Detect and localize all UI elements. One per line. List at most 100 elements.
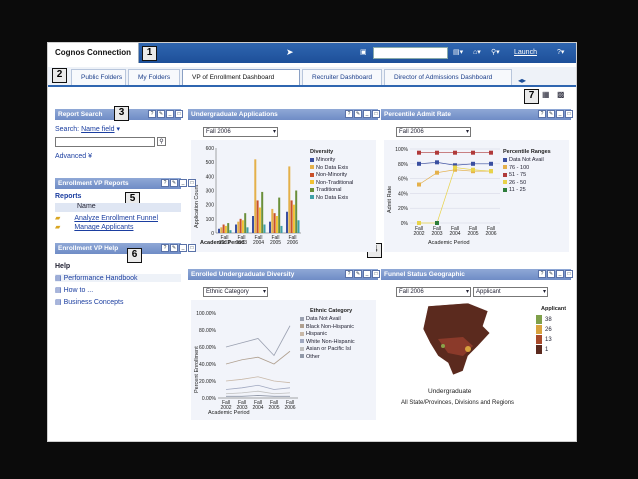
enrollment-reports-panel: Reports Name ▰ Analyze Enrollment Funnel… xyxy=(55,193,181,238)
search-go-icon[interactable]: ⚲ xyxy=(156,137,166,146)
maximize-icon[interactable]: □ xyxy=(188,244,196,252)
legend-swatch xyxy=(503,187,507,192)
percentile-legend-item: 11 - 25 xyxy=(503,187,544,195)
help-icon[interactable]: ? xyxy=(161,244,169,252)
book-icon: ▤ xyxy=(55,275,62,282)
reports-column-header[interactable]: Name xyxy=(55,203,181,212)
callout-6: 6 xyxy=(127,248,142,263)
cursor-icon: ➤ xyxy=(286,47,294,57)
book-icon: ▤ xyxy=(55,299,62,306)
report-manage-applicants[interactable]: Manage Applicants xyxy=(74,224,133,231)
funnel-stage-select[interactable]: Applicant xyxy=(473,287,548,297)
tab-recruiter[interactable]: Recruiter Dashboard xyxy=(302,69,382,85)
diversity-legend-item: White Non-Hispanic xyxy=(300,339,355,347)
tab-director-admissions[interactable]: Director of Admissions Dashboard xyxy=(384,69,512,85)
top-bar: Cognos Connection 1 ➤ ▣ ▤▾ ⌂▾ ⚲▾ Launch … xyxy=(48,43,576,63)
help-icon[interactable]: ? xyxy=(538,110,546,118)
percentile-ylabel: Admit Rate xyxy=(387,185,393,213)
diversity-ylabel: Percent Enrollment xyxy=(194,346,200,393)
edit-page-icon[interactable]: ▩ xyxy=(557,90,565,99)
layout-icon[interactable]: ▦ xyxy=(542,90,550,99)
preferences-icon[interactable]: ▤▾ xyxy=(453,48,463,56)
minimize-icon[interactable]: _ xyxy=(179,244,187,252)
maximize-icon[interactable]: □ xyxy=(372,110,380,118)
diversity-legend: Data Not Avail Black Non-Hispanic Hispanic… xyxy=(300,316,355,361)
help-how-to[interactable]: How to ... xyxy=(64,287,94,294)
legend-swatch xyxy=(536,345,542,355)
minimize-icon[interactable]: _ xyxy=(556,270,564,278)
report-search-input[interactable] xyxy=(55,137,155,147)
edit-icon[interactable]: ✎ xyxy=(547,110,555,118)
edit-icon[interactable]: ✎ xyxy=(170,244,178,252)
help-icon[interactable]: ? xyxy=(345,270,353,278)
minimize-icon[interactable]: _ xyxy=(166,110,174,118)
legend-swatch xyxy=(503,165,507,170)
undergrad-legend-item: No Data Exis xyxy=(310,165,353,173)
maximize-icon[interactable]: □ xyxy=(372,270,380,278)
funnel-legend-item: 26 xyxy=(536,325,552,335)
legend-label: Non-Minority xyxy=(316,172,348,178)
percentile-xlabel: Academic Period xyxy=(428,240,470,246)
help-performance-handbook[interactable]: Performance Handbook xyxy=(64,275,138,282)
legend-swatch xyxy=(536,325,542,335)
help-icon[interactable]: ? xyxy=(345,110,353,118)
minimize-icon[interactable]: _ xyxy=(179,179,187,187)
cognos-window: Cognos Connection 1 ➤ ▣ ▤▾ ⌂▾ ⚲▾ Launch … xyxy=(47,42,577,442)
legend-swatch xyxy=(300,331,304,336)
legend-swatch xyxy=(300,339,304,344)
legend-label: No Data Exis xyxy=(316,194,349,201)
legend-label: 13 xyxy=(545,337,552,344)
legend-swatch xyxy=(310,157,314,162)
edit-icon[interactable]: ✎ xyxy=(354,110,362,118)
edit-icon[interactable]: ✎ xyxy=(547,270,555,278)
save-icon[interactable]: ▣ xyxy=(360,48,367,56)
user-icon[interactable]: ⚲▾ xyxy=(491,48,500,56)
diversity-xlabel: Academic Period xyxy=(208,410,250,416)
report-analyze-funnel[interactable]: Analyze Enrollment Funnel xyxy=(74,215,158,222)
app-title: Cognos Connection xyxy=(48,43,139,63)
percentile-legend-item: Data Not Avail xyxy=(503,157,544,165)
help-icon[interactable]: ?▾ xyxy=(557,48,564,56)
legend-swatch xyxy=(503,157,507,162)
help-icon[interactable]: ? xyxy=(161,179,169,187)
legend-swatch xyxy=(536,335,542,345)
legend-swatch xyxy=(310,195,314,200)
maximize-icon[interactable]: □ xyxy=(175,110,183,118)
home-icon[interactable]: ⌂▾ xyxy=(473,48,481,56)
edit-icon[interactable]: ✎ xyxy=(157,110,165,118)
help-business-concepts[interactable]: Business Concepts xyxy=(64,299,124,306)
map-title: Undergraduate xyxy=(428,388,472,395)
tab-scroll-icon[interactable]: ◂▸ xyxy=(518,76,526,85)
minimize-icon[interactable]: _ xyxy=(556,110,564,118)
diversity-legend-item: Data Not Avail xyxy=(300,316,355,324)
tab-my-folders[interactable]: My Folders xyxy=(128,69,180,85)
percentile-period-select[interactable]: Fall 2006 xyxy=(396,127,471,137)
callout-1: 1 xyxy=(142,45,157,61)
undergrad-period-select[interactable]: Fall 2006 xyxy=(203,127,278,137)
percentile-legend-item: 26 - 50 xyxy=(503,180,544,188)
legend-label: White Non-Hispanic xyxy=(306,338,355,345)
diversity-category-select[interactable]: Ethnic Category xyxy=(203,287,268,297)
minimize-icon[interactable]: _ xyxy=(363,270,371,278)
tab-vp-enrollment[interactable]: VP of Enrollment Dashboard xyxy=(182,69,300,85)
diversity-legend-item: Black Non-Hispanic xyxy=(300,324,355,332)
funnel-period-select[interactable]: Fall 2006 xyxy=(396,287,471,297)
legend-swatch xyxy=(503,180,507,185)
edit-icon[interactable]: ✎ xyxy=(170,179,178,187)
legend-label: Minority xyxy=(316,157,336,163)
search-field-dropdown[interactable]: Name field xyxy=(81,126,114,133)
advanced-search-link[interactable]: Advanced xyxy=(55,153,86,160)
help-icon[interactable]: ? xyxy=(538,270,546,278)
legend-label: 11 - 25 xyxy=(509,187,526,193)
minimize-icon[interactable]: _ xyxy=(363,110,371,118)
maximize-icon[interactable]: □ xyxy=(188,179,196,187)
maximize-icon[interactable]: □ xyxy=(565,110,573,118)
tab-public-folders[interactable]: Public Folders xyxy=(71,69,126,85)
edit-icon[interactable]: ✎ xyxy=(354,270,362,278)
launch-menu[interactable]: Launch xyxy=(514,49,537,56)
help-icon[interactable]: ? xyxy=(148,110,156,118)
maximize-icon[interactable]: □ xyxy=(565,270,573,278)
legend-label: No Data Exis xyxy=(316,164,349,171)
top-search-input[interactable] xyxy=(373,47,448,59)
legend-swatch xyxy=(300,354,304,359)
